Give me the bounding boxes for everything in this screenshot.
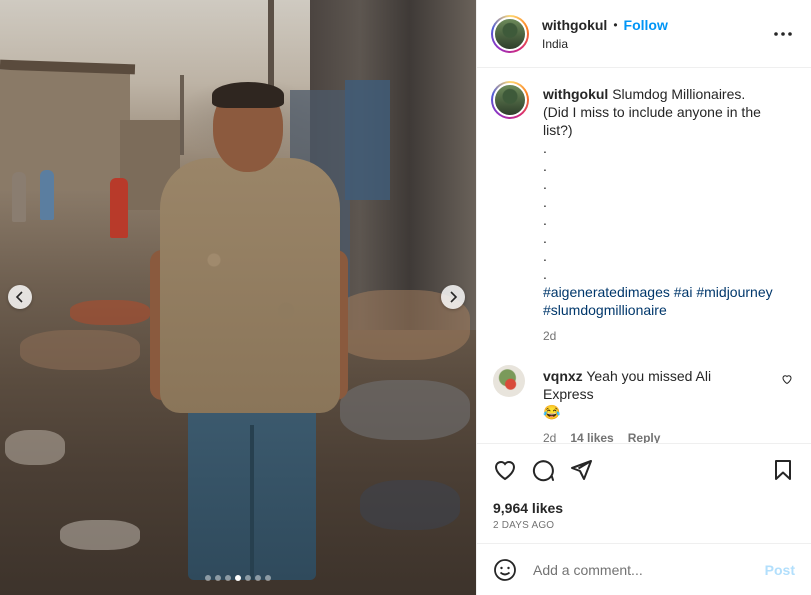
separator-dot: • [613,17,618,32]
debris [60,520,140,550]
comment-heart-icon[interactable] [781,373,793,385]
post-details-panel: withgokul • Follow India withgokul Slumd… [476,0,811,595]
debris [5,430,65,465]
post-image[interactable] [0,0,476,595]
debris [70,300,150,325]
posted-time: 2 DAYS AGO [493,520,555,531]
carousel-dot [245,575,251,581]
location-link[interactable]: India [542,37,668,51]
carousel-next-button[interactable] [441,285,465,309]
hashtag-link[interactable]: #slumdogmillionaire [543,302,667,318]
avatar[interactable] [491,14,529,53]
carousel-prev-button[interactable] [8,285,32,309]
comment-time: 2d [543,431,557,443]
pants [188,405,316,580]
carousel-dot [235,575,241,581]
carousel-dot [225,575,231,581]
hair [212,82,284,108]
comment-emoji: 😂 [543,404,561,420]
background-person [40,170,54,220]
shirt [160,158,340,413]
caption-text: (Did I miss to include anyone in the lis… [543,104,761,138]
follow-button[interactable]: Follow [624,17,668,33]
bookmark-icon[interactable] [771,458,795,482]
heart-icon[interactable] [493,458,517,482]
reply-button[interactable]: Reply [628,429,661,443]
caption-dot: . [543,248,547,264]
caption-dot: . [543,230,547,246]
chevron-right-icon [450,291,458,303]
caption-dots: ........ [543,139,793,283]
carousel-dot [205,575,211,581]
debris [340,380,470,440]
add-comment-bar: Post [477,543,811,595]
caption-dot: . [543,212,547,228]
chevron-left-icon [15,291,23,303]
caption-avatar[interactable] [491,81,529,119]
carousel-dot [265,575,271,581]
post-comment-button[interactable]: Post [765,562,795,578]
instagram-post: withgokul • Follow India withgokul Slumd… [0,0,811,595]
comment-username[interactable]: vqnxz [543,368,583,384]
comment-likes[interactable]: 14 likes [570,429,613,443]
caption-text: Slumdog Millionaires. [612,86,746,102]
caption: withgokul Slumdog Millionaires. (Did I m… [543,85,793,345]
caption-username[interactable]: withgokul [543,86,608,102]
caption-dot: . [543,194,547,210]
emoji-icon[interactable] [493,558,517,582]
caption-dot: . [543,140,547,156]
likes-count[interactable]: 9,964 likes [493,500,563,516]
background-person [110,178,128,238]
debris [20,330,140,370]
debris [360,480,460,530]
carousel-dot [215,575,221,581]
caption-dot: . [543,158,547,174]
carousel-dot [255,575,261,581]
background-person [12,172,26,222]
post-actions: 9,964 likes 2 DAYS AGO [477,443,811,544]
carousel-dots [205,575,271,581]
username-link[interactable]: withgokul [542,17,607,33]
comment-icon[interactable] [531,458,555,482]
hashtag-link[interactable]: #ai [674,284,693,300]
hashtag-link[interactable]: #aigeneratedimages [543,284,670,300]
caption-hashtags: #aigeneratedimages #ai #midjourney #slum… [543,283,793,319]
caption-time: 2d [543,329,557,343]
hashtag-link[interactable]: #midjourney [696,284,772,300]
share-icon[interactable] [569,458,593,482]
post-header: withgokul • Follow India [477,0,811,68]
more-horizontal-icon[interactable] [773,24,793,44]
caption-dot: . [543,176,547,192]
blue-tarp [345,80,390,200]
comments-section: withgokul Slumdog Millionaires. (Did I m… [477,69,811,443]
caption-dot: . [543,266,547,282]
commenter-avatar[interactable] [493,365,525,397]
comment-input[interactable] [531,560,765,579]
standing-man [150,80,350,590]
